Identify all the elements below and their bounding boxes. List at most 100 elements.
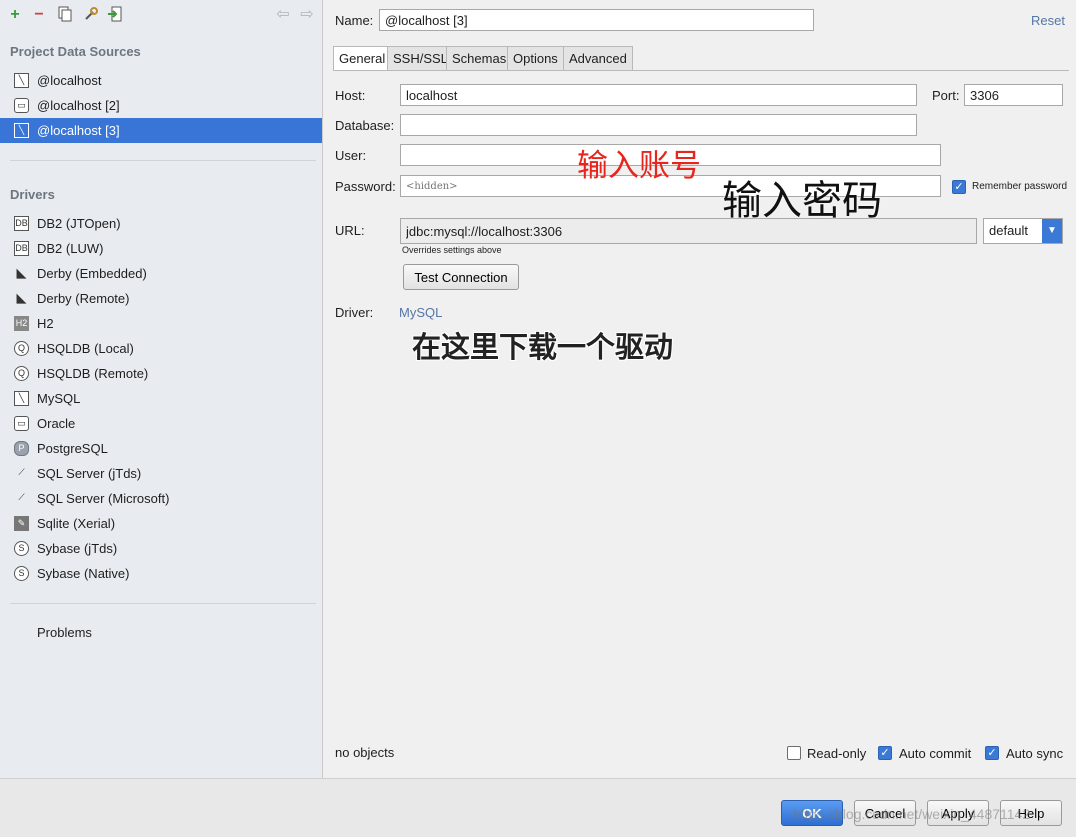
- sqlserver-icon: ⟋: [18, 467, 25, 477]
- password-label: Password:: [335, 179, 396, 194]
- remember-password-checkbox[interactable]: ✓: [952, 180, 966, 194]
- tab-general[interactable]: General: [333, 46, 392, 71]
- mysql-icon: ╲: [14, 73, 29, 88]
- name-input[interactable]: [379, 9, 814, 31]
- annotation-driver: 在这里下载一个驱动: [412, 330, 674, 364]
- sidebar: + − ⇦ ⇨ Project Data Sources ╲ @localhos…: [0, 0, 323, 778]
- drivers-title: Drivers: [10, 187, 55, 202]
- tab-ssh-ssl[interactable]: SSH/SSL: [387, 46, 454, 70]
- host-input[interactable]: [400, 84, 917, 106]
- driver-label: SQL Server (Microsoft): [37, 491, 170, 506]
- driver-item[interactable]: ◣ Derby (Embedded): [0, 261, 322, 286]
- port-input[interactable]: [964, 84, 1063, 106]
- url-hint: Overrides settings above: [402, 245, 502, 255]
- driver-item[interactable]: H2 H2: [0, 311, 322, 336]
- forward-icon[interactable]: ⇨: [298, 6, 316, 24]
- driver-label: SQL Server (jTds): [37, 466, 142, 481]
- driver-label: DB2 (LUW): [37, 241, 104, 256]
- driver-item[interactable]: ◣ Derby (Remote): [0, 286, 322, 311]
- tab-underline: [333, 70, 1069, 71]
- data-source-item[interactable]: ▭ @localhost [2]: [0, 93, 322, 118]
- driver-item[interactable]: DB DB2 (LUW): [0, 236, 322, 261]
- copy-icon[interactable]: [56, 6, 74, 24]
- add-icon[interactable]: +: [6, 6, 24, 24]
- data-source-label: @localhost: [37, 73, 102, 88]
- auto-commit-label: Auto commit: [899, 746, 972, 761]
- tab-schemas[interactable]: Schemas: [446, 46, 513, 70]
- data-source-item-selected[interactable]: ╲ @localhost [3]: [0, 118, 322, 143]
- sybase-icon: S: [14, 541, 29, 556]
- auto-sync-checkbox[interactable]: ✓: [985, 746, 999, 760]
- db2-icon: DB: [14, 216, 29, 231]
- driver-item[interactable]: ▭ Oracle: [0, 411, 322, 436]
- annotation-account: 输入账号: [577, 148, 701, 184]
- hsqldb-icon: Q: [14, 366, 29, 381]
- url-mode-value: default: [989, 223, 1029, 238]
- auto-commit-checkbox[interactable]: ✓: [878, 746, 892, 760]
- data-source-item[interactable]: ╲ @localhost: [0, 68, 322, 93]
- properties-icon[interactable]: [82, 6, 100, 24]
- driver-label: Driver:: [335, 305, 374, 320]
- postgresql-icon: P: [14, 441, 29, 456]
- url-input[interactable]: [400, 218, 977, 244]
- project-data-sources-title: Project Data Sources: [10, 44, 141, 59]
- read-only-label: Read-only: [807, 746, 867, 761]
- name-label: Name:: [335, 13, 374, 28]
- sqlserver-icon: ⟋: [18, 492, 25, 502]
- driver-item[interactable]: ⟋ SQL Server (Microsoft): [0, 486, 322, 511]
- annotation-password: 输入密码: [722, 178, 882, 224]
- driver-item[interactable]: Q HSQLDB (Local): [0, 336, 322, 361]
- sidebar-toolbar: + − ⇦ ⇨: [6, 4, 322, 26]
- h2-icon: H2: [14, 316, 29, 331]
- driver-item[interactable]: DB DB2 (JTOpen): [0, 211, 322, 236]
- problems-label: Problems: [37, 625, 92, 640]
- driver-item[interactable]: S Sybase (jTds): [0, 536, 322, 561]
- driver-item[interactable]: S Sybase (Native): [0, 561, 322, 586]
- driver-item[interactable]: ✎ Sqlite (Xerial): [0, 511, 322, 536]
- driver-label: Oracle: [37, 416, 76, 431]
- problems-item[interactable]: Problems: [0, 620, 322, 645]
- derby-icon: ◣: [16, 265, 27, 280]
- mysql-icon: ╲: [14, 391, 29, 406]
- tab-options[interactable]: Options: [507, 46, 564, 70]
- driver-label: HSQLDB (Local): [37, 341, 134, 356]
- database-input[interactable]: [400, 114, 917, 136]
- data-source-label: @localhost [3]: [37, 123, 120, 138]
- driver-label: DB2 (JTOpen): [37, 216, 121, 231]
- driver-label: H2: [37, 316, 54, 331]
- test-connection-button[interactable]: Test Connection: [403, 264, 519, 290]
- driver-label: Sybase (Native): [37, 566, 130, 581]
- user-label: User:: [335, 148, 367, 163]
- oracle-icon: ▭: [14, 98, 29, 113]
- auto-sync-label: Auto sync: [1006, 746, 1064, 761]
- host-label: Host:: [335, 88, 366, 103]
- driver-item[interactable]: ╲ MySQL: [0, 386, 322, 411]
- driver-item[interactable]: Q HSQLDB (Remote): [0, 361, 322, 386]
- data-source-label: @localhost [2]: [37, 98, 120, 113]
- status-text: no objects: [335, 745, 395, 760]
- import-icon[interactable]: [106, 6, 124, 24]
- reset-link[interactable]: Reset: [1031, 13, 1065, 28]
- mysql-icon: ╲: [14, 123, 29, 138]
- tab-advanced[interactable]: Advanced: [563, 46, 633, 70]
- divider: [10, 160, 316, 161]
- driver-link[interactable]: MySQL: [399, 305, 442, 320]
- driver-label: Derby (Remote): [37, 291, 130, 306]
- connection-settings-panel: Name: Reset General SSH/SSL Schemas Opti…: [323, 0, 1076, 778]
- remove-icon[interactable]: −: [30, 6, 48, 24]
- driver-item[interactable]: P PostgreSQL: [0, 436, 322, 461]
- oracle-icon: ▭: [14, 416, 29, 431]
- db2-icon: DB: [14, 241, 29, 256]
- watermark: https://blog.csdn.net/weixin_44871142: [793, 806, 1031, 822]
- driver-label: Sybase (jTds): [37, 541, 118, 556]
- remember-password-label: Remember password: [972, 181, 1068, 192]
- chevron-down-icon: ▼: [1042, 219, 1062, 243]
- url-mode-dropdown[interactable]: default ▼: [983, 218, 1063, 244]
- back-icon[interactable]: ⇦: [274, 6, 292, 24]
- port-label: Port:: [932, 88, 960, 103]
- sybase-icon: S: [14, 566, 29, 581]
- driver-label: MySQL: [37, 391, 81, 406]
- read-only-checkbox[interactable]: [787, 746, 801, 760]
- driver-item[interactable]: ⟋ SQL Server (jTds): [0, 461, 322, 486]
- hsqldb-icon: Q: [14, 341, 29, 356]
